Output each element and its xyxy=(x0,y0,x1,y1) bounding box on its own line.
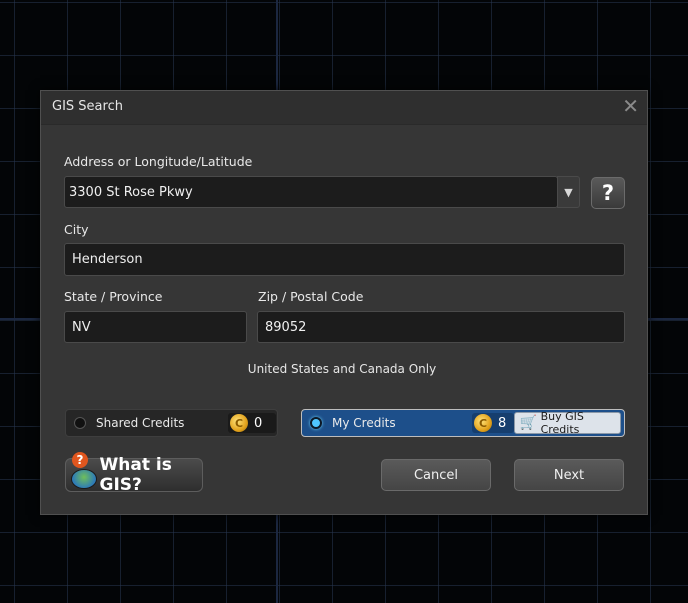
cancel-button[interactable]: Cancel xyxy=(381,459,491,491)
credit-coin-icon: C xyxy=(230,414,248,432)
region-note: United States and Canada Only xyxy=(41,362,647,376)
question-mark-icon: ? xyxy=(601,181,615,205)
chevron-down-icon: ▼ xyxy=(564,185,573,199)
zip-input[interactable]: 89052 xyxy=(257,311,625,343)
next-button[interactable]: Next xyxy=(514,459,624,491)
state-label: State / Province xyxy=(64,289,163,304)
my-credits-option[interactable]: My Credits C 8 🛒 Buy GIS Credits xyxy=(301,409,625,437)
credit-coin-icon: C xyxy=(474,414,492,432)
state-input[interactable]: NV xyxy=(64,311,247,343)
what-is-gis-label: What is GIS? xyxy=(99,455,172,495)
shared-credits-count: 0 xyxy=(254,415,263,431)
address-help-button[interactable]: ? xyxy=(591,177,625,209)
my-credits-balance: C 8 xyxy=(472,413,514,433)
buy-gis-credits-label: Buy GIS Credits xyxy=(540,410,584,436)
shared-credits-radio[interactable] xyxy=(74,417,86,429)
zip-label: Zip / Postal Code xyxy=(258,289,364,304)
my-credits-label: My Credits xyxy=(332,416,396,430)
question-badge-icon: ? xyxy=(72,452,88,468)
address-input[interactable]: 3300 St Rose Pkwy xyxy=(64,176,558,208)
globe-map-icon xyxy=(71,469,97,489)
buy-gis-credits-button[interactable]: 🛒 Buy GIS Credits xyxy=(514,410,621,436)
shopping-cart-icon: 🛒 xyxy=(519,415,537,431)
region-note-text: United States and Canada Only xyxy=(247,362,437,376)
dialog-titlebar: GIS Search ✕ xyxy=(41,91,647,125)
dialog-title: GIS Search xyxy=(52,99,123,114)
city-label: City xyxy=(64,222,89,237)
shared-credits-balance: C 0 xyxy=(228,413,276,433)
close-icon[interactable]: ✕ xyxy=(622,95,639,117)
my-credits-count: 8 xyxy=(498,415,507,431)
shared-credits-option[interactable]: Shared Credits C 0 xyxy=(65,409,278,437)
gis-search-dialog: GIS Search ✕ Address or Longitude/Latitu… xyxy=(40,90,648,515)
shared-credits-label: Shared Credits xyxy=(96,416,185,430)
my-credits-radio[interactable] xyxy=(310,417,322,429)
address-dropdown-button[interactable]: ▼ xyxy=(557,176,580,208)
what-is-gis-button[interactable]: ? What is GIS? xyxy=(65,452,203,495)
gis-map-icon: ? xyxy=(68,452,97,490)
city-input[interactable]: Henderson xyxy=(64,243,625,276)
address-label: Address or Longitude/Latitude xyxy=(64,154,253,169)
